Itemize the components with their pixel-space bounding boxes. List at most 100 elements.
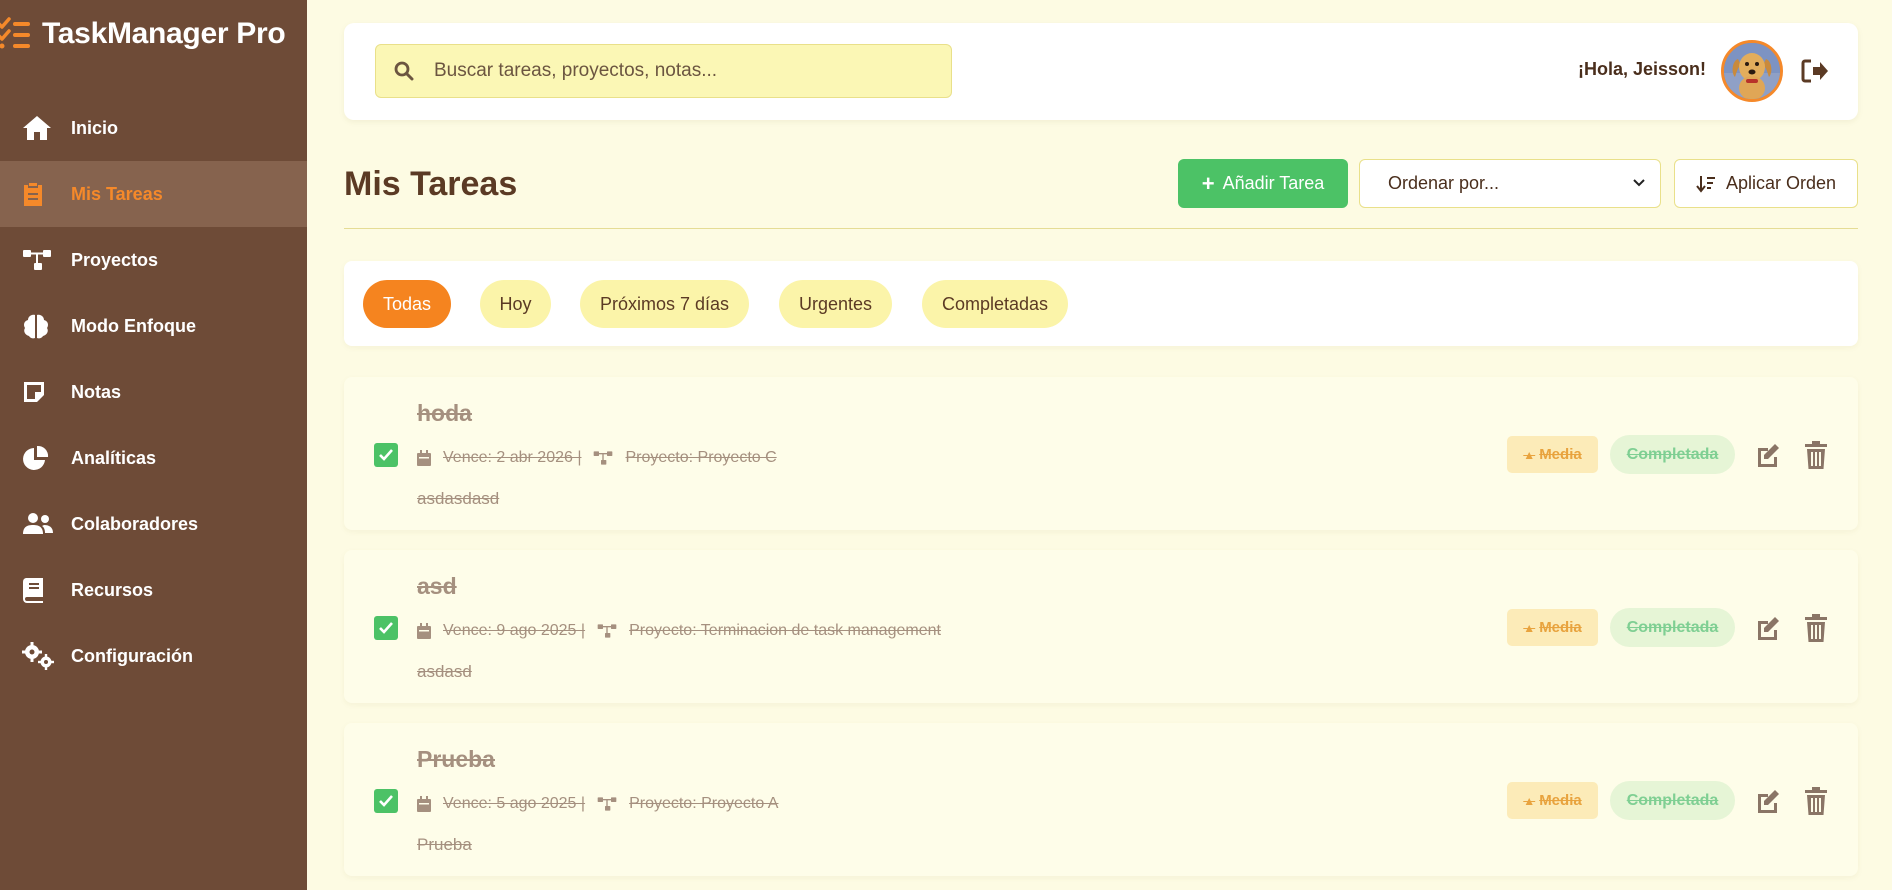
filter-chip-hoy[interactable]: Hoy	[480, 280, 551, 328]
priority-badge: ▲ Media	[1507, 782, 1598, 819]
apply-sort-button[interactable]: Aplicar Orden	[1674, 159, 1858, 208]
task-project: Proyecto: Proyecto C	[625, 449, 777, 466]
task-due-date: Vence: 9 ago 2025 |	[443, 622, 586, 639]
note-icon	[22, 378, 54, 406]
trash-icon[interactable]	[1805, 614, 1827, 642]
task-project: Proyecto: Terminacion de task management	[629, 622, 941, 639]
edit-icon[interactable]	[1755, 788, 1781, 814]
filter-chip-completadas[interactable]: Completadas	[922, 280, 1068, 328]
brain-icon	[22, 312, 54, 340]
filter-chip-todas[interactable]: Todas	[363, 280, 451, 328]
filter-bar: Todas Hoy Próximos 7 días Urgentes Compl…	[344, 261, 1858, 346]
sidebar-item-inicio[interactable]: Inicio	[0, 95, 307, 161]
apply-sort-label: Aplicar Orden	[1725, 173, 1837, 193]
project-tree-icon	[594, 451, 613, 465]
app-title: TaskManager Pro	[42, 17, 286, 50]
task-checkbox[interactable]	[374, 443, 398, 467]
sidebar-item-notas[interactable]: Notas	[0, 359, 307, 425]
user-greeting: ¡Hola, Jeisson!	[1578, 59, 1707, 79]
sidebar-item-label: Proyectos	[71, 249, 159, 270]
project-tree-icon	[22, 246, 54, 274]
sidebar-item-label: Configuración	[71, 645, 193, 666]
sort-select-value: Ordenar por...	[1388, 173, 1500, 193]
sidebar-item-label: Analíticas	[71, 447, 157, 468]
pie-chart-icon	[22, 444, 54, 472]
task-due-date: Vence: 5 ago 2025 |	[443, 795, 586, 812]
divider	[344, 228, 1858, 229]
task-meta: Vence: 9 ago 2025 | Proyecto: Terminacio…	[417, 622, 941, 640]
sidebar-item-label: Modo Enfoque	[71, 315, 196, 336]
sort-select[interactable]: Ordenar por...	[1359, 159, 1661, 208]
task-card[interactable]: hoda Vence: 2 abr 2026 | Proyecto: Proye…	[344, 377, 1858, 530]
trash-icon[interactable]	[1805, 787, 1827, 815]
status-badge: Completada	[1610, 781, 1735, 820]
project-tree-icon	[597, 797, 617, 811]
cogs-icon	[22, 642, 54, 670]
trash-icon[interactable]	[1805, 441, 1827, 469]
task-title: asd	[417, 573, 457, 599]
priority-label: Media	[1539, 446, 1582, 463]
sidebar-item-label: Inicio	[71, 117, 119, 138]
chevron-down-icon	[1633, 179, 1645, 187]
checkmark-icon	[379, 795, 393, 807]
calendar-icon	[417, 450, 431, 466]
task-meta: Vence: 2 abr 2026 | Proyecto: Proyecto C	[417, 449, 777, 467]
filter-chip-label: Hoy	[499, 293, 532, 314]
topbar: ¡Hola, Jeisson!	[344, 23, 1858, 120]
page-title: Mis Tareas	[344, 165, 518, 203]
sidebar-nav: Inicio Mis Tareas Proyectos Modo Enfoque…	[0, 95, 307, 689]
sidebar-item-recursos[interactable]: Recursos	[0, 557, 307, 623]
sidebar-item-colaboradores[interactable]: Colaboradores	[0, 491, 307, 557]
sort-icon	[1696, 175, 1715, 193]
logout-icon[interactable]	[1801, 58, 1829, 84]
sidebar-item-configuracion[interactable]: Configuración	[0, 623, 307, 689]
filter-chip-label: Urgentes	[798, 293, 873, 314]
sidebar-item-analiticas[interactable]: Analíticas	[0, 425, 307, 491]
project-tree-icon	[597, 624, 617, 638]
filter-chip-proximos-7-dias[interactable]: Próximos 7 días	[580, 280, 749, 328]
filter-chip-label: Completadas	[941, 293, 1049, 314]
warning-icon: ▲	[1523, 620, 1536, 635]
task-description: asdasd	[417, 662, 472, 681]
task-meta: Vence: 5 ago 2025 | Proyecto: Proyecto A	[417, 795, 778, 813]
sidebar-item-label: Recursos	[71, 579, 154, 600]
sidebar-item-label: Mis Tareas	[71, 183, 163, 204]
task-card[interactable]: asd Vence: 9 ago 2025 | Proyecto: Termin…	[344, 550, 1858, 703]
sidebar-item-label: Notas	[71, 381, 122, 402]
home-icon	[22, 114, 54, 142]
checkmark-icon	[379, 622, 393, 634]
avatar[interactable]	[1721, 40, 1783, 102]
status-badge: Completada	[1610, 435, 1735, 474]
task-title: Prueba	[417, 746, 495, 772]
calendar-icon	[417, 796, 431, 812]
filter-chip-label: Próximos 7 días	[599, 293, 730, 314]
priority-badge: ▲ Media	[1507, 609, 1598, 646]
edit-icon[interactable]	[1755, 615, 1781, 641]
edit-icon[interactable]	[1755, 442, 1781, 468]
task-card[interactable]: Prueba Vence: 5 ago 2025 | Proyecto: Pro…	[344, 723, 1858, 876]
brand[interactable]: TaskManager Pro	[0, 14, 286, 54]
status-badge: Completada	[1610, 608, 1735, 647]
add-task-button[interactable]: + Añadir Tarea	[1178, 159, 1348, 208]
add-task-label: Añadir Tarea	[1222, 173, 1325, 193]
sidebar-item-modo-enfoque[interactable]: Modo Enfoque	[0, 293, 307, 359]
filter-chip-label: Todas	[382, 293, 432, 314]
sidebar: TaskManager Pro Inicio Mis Tareas Proyec…	[0, 0, 307, 890]
search-box[interactable]	[375, 44, 952, 98]
sidebar-item-proyectos[interactable]: Proyectos	[0, 227, 307, 293]
dog-avatar-icon	[1724, 43, 1780, 99]
plus-icon: +	[1201, 170, 1215, 196]
task-list-icon	[0, 17, 30, 49]
search-input[interactable]	[434, 60, 934, 82]
filter-chip-urgentes[interactable]: Urgentes	[779, 280, 892, 328]
task-description: asdasdasd	[417, 489, 500, 508]
checkmark-icon	[379, 449, 393, 461]
task-checkbox[interactable]	[374, 616, 398, 640]
task-checkbox[interactable]	[374, 789, 398, 813]
priority-badge: ▲ Media	[1507, 436, 1598, 473]
sidebar-item-label: Colaboradores	[71, 513, 199, 534]
priority-label: Media	[1539, 619, 1582, 636]
users-icon	[22, 510, 54, 538]
task-project: Proyecto: Proyecto A	[629, 795, 779, 812]
sidebar-item-mis-tareas[interactable]: Mis Tareas	[0, 161, 307, 227]
